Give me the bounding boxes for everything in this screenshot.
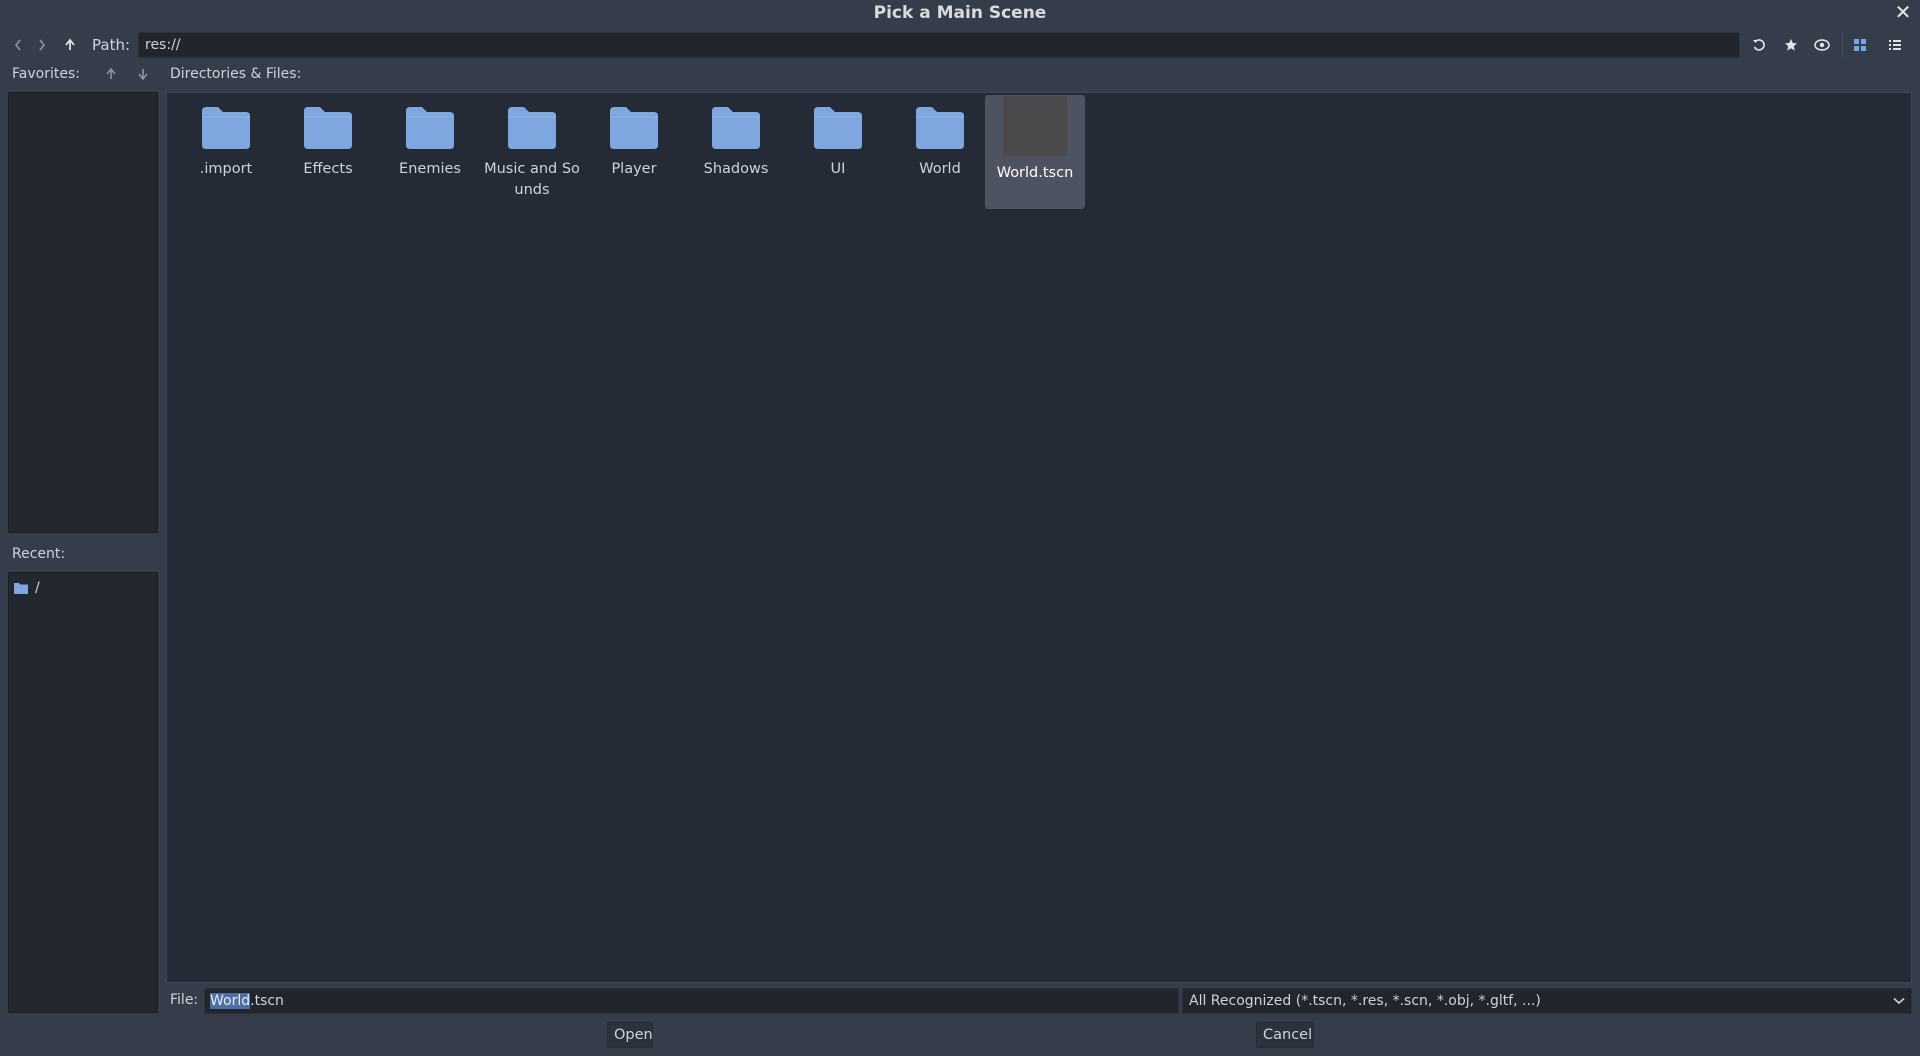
file-name-input[interactable]: World.tscn	[204, 988, 1179, 1014]
file-item-effects[interactable]: Effects	[278, 95, 378, 209]
recent-label: Recent:	[12, 546, 66, 562]
file-name: UI	[830, 161, 846, 177]
file-name: Player	[611, 161, 657, 177]
move-favorite-up-icon[interactable]	[101, 64, 121, 84]
chevron-down-icon	[1893, 989, 1905, 1013]
list-view-icon[interactable]	[1882, 30, 1908, 60]
file-filter-select[interactable]: All Recognized (*.tscn, *.res, *.scn, *.…	[1182, 988, 1912, 1014]
file-name: Enemies	[399, 161, 461, 177]
file-name: Effects	[303, 161, 353, 177]
recent-list: /	[8, 572, 158, 1013]
move-favorite-down-icon[interactable]	[133, 64, 153, 84]
path-input[interactable]: res://	[138, 32, 1740, 58]
file-grid: .import Effects Enemies Music and Sounds…	[166, 92, 1912, 983]
file-name-rest-text: .tscn	[250, 993, 284, 1009]
dialog-title: Pick a Main Scene	[873, 3, 1047, 23]
title-bar: Pick a Main Scene ✕	[0, 0, 1920, 28]
cancel-button[interactable]: Cancel	[1256, 1022, 1314, 1048]
file-item-import[interactable]: .import	[176, 95, 276, 209]
file-label: File:	[170, 992, 199, 1008]
folder-icon	[916, 107, 964, 149]
folder-icon	[304, 107, 352, 149]
file-item-player[interactable]: Player	[584, 95, 684, 209]
back-icon[interactable]	[5, 30, 31, 60]
scene-thumbnail	[1003, 96, 1067, 156]
favorite-star-icon[interactable]	[1778, 30, 1804, 60]
path-label: Path:	[92, 36, 131, 54]
file-item-ui[interactable]: UI	[788, 95, 888, 209]
open-button[interactable]: Open	[607, 1022, 653, 1048]
file-name: .import	[199, 161, 253, 177]
file-name-selected-text: World	[210, 993, 251, 1009]
refresh-icon[interactable]	[1746, 30, 1772, 60]
recent-item-label: /	[35, 580, 40, 596]
file-item-shadows[interactable]: Shadows	[686, 95, 786, 209]
close-button[interactable]: ✕	[1892, 0, 1914, 24]
forward-icon[interactable]	[29, 30, 55, 60]
go-up-icon[interactable]	[57, 30, 83, 60]
folder-icon	[712, 107, 760, 149]
directories-files-label: Directories & Files:	[170, 66, 302, 82]
folder-icon	[610, 107, 658, 149]
file-name: Music and Sounds	[484, 161, 580, 198]
folder-icon	[508, 107, 556, 149]
file-filter-value: All Recognized (*.tscn, *.res, *.scn, *.…	[1189, 993, 1541, 1009]
file-dialog: Pick a Main Scene ✕ Path: res:// Favorit…	[0, 0, 1920, 1056]
recent-item-root[interactable]: /	[13, 577, 40, 599]
favorites-label: Favorites:	[12, 66, 80, 82]
toolbar-separator	[1842, 33, 1843, 57]
file-item-world[interactable]: World	[890, 95, 990, 209]
favorites-list[interactable]	[8, 92, 158, 533]
folder-icon	[14, 583, 28, 594]
folder-icon	[202, 107, 250, 149]
file-name: World	[919, 161, 961, 177]
file-name: World.tscn	[996, 165, 1074, 181]
grid-view-icon[interactable]	[1847, 30, 1873, 60]
file-name: Shadows	[703, 161, 769, 177]
file-item-enemies[interactable]: Enemies	[380, 95, 480, 209]
file-item-music-and-sounds[interactable]: Music and Sounds	[482, 95, 582, 209]
folder-icon	[814, 107, 862, 149]
file-item-world-tscn[interactable]: World.tscn	[985, 95, 1085, 209]
toggle-hidden-eye-icon[interactable]	[1809, 30, 1835, 60]
folder-icon	[406, 107, 454, 149]
path-toolbar: Path: res://	[0, 30, 1920, 60]
